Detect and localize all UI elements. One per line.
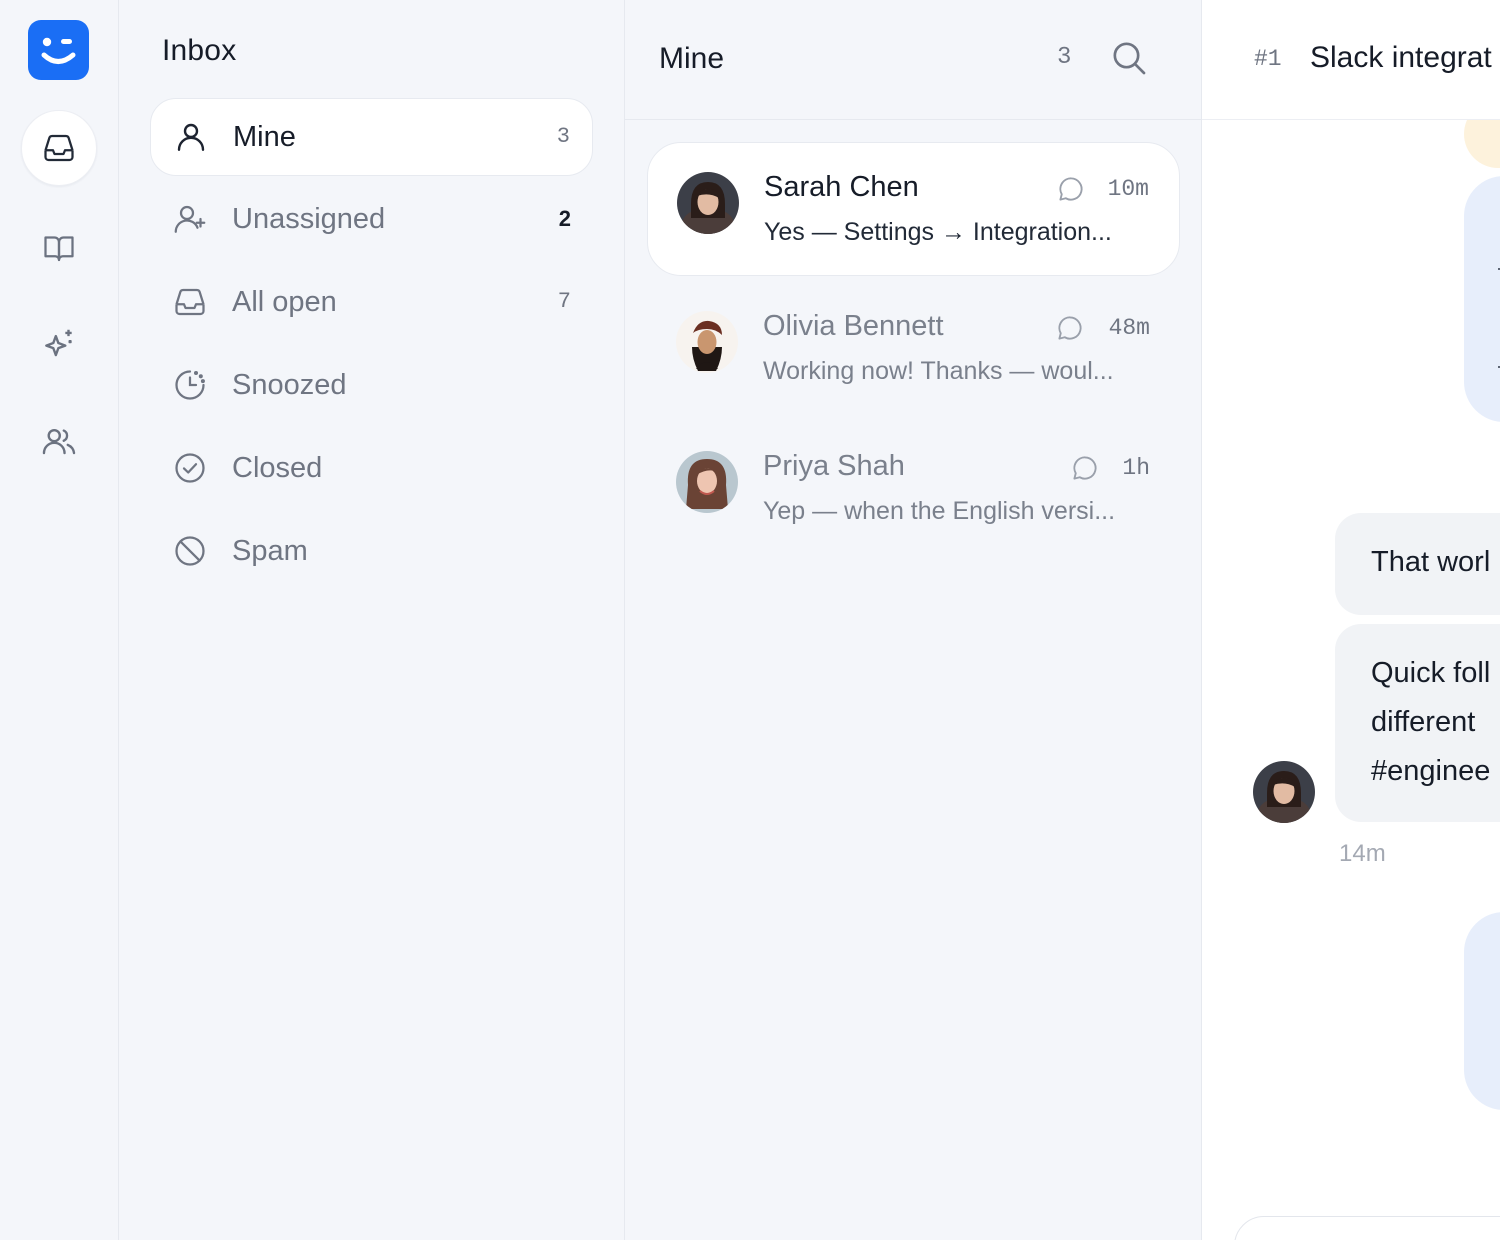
customer-message-bubble: That worl [1335, 513, 1500, 615]
snooze-clock-icon [172, 367, 208, 403]
check-circle-icon [172, 450, 208, 486]
message-line: different [1371, 706, 1476, 738]
folder-label: Unassigned [232, 203, 386, 235]
rail-ai-button[interactable] [21, 306, 97, 382]
app-rail [0, 0, 119, 1240]
users-icon [42, 428, 76, 455]
chat-bubble-icon [1056, 174, 1086, 204]
conversation-item-priya-shah[interactable]: Priya Shah 1h Yep — when the English ver… [647, 422, 1180, 556]
wink-face-logo[interactable] [28, 20, 89, 80]
conversation-time: 10m [1107, 176, 1149, 202]
avatar [676, 311, 738, 373]
ticket-number: #1 [1254, 46, 1282, 72]
folder-label: Spam [232, 535, 308, 567]
agent-message-bubble [1464, 912, 1500, 1110]
app: Inbox Mine 3 Unassigned 2 All open 7 Sno… [0, 0, 1500, 1240]
avatar [677, 172, 739, 234]
message-timestamp: 14m [1339, 840, 1386, 867]
wink-face-icon [41, 37, 76, 64]
conversation-item-olivia-bennett[interactable]: Olivia Bennett 48m Working now! Thanks —… [647, 282, 1180, 416]
agent-message-bubble [1464, 176, 1500, 422]
message-line: Quick foll [1371, 657, 1491, 689]
folder-all-open[interactable]: All open 7 [150, 264, 593, 342]
conversation-list: Mine 3 Sarah Chen 10m Yes — Settings → I… [625, 0, 1202, 1240]
conversation-list-header: Mine 3 [625, 0, 1202, 120]
folder-count: 3 [556, 124, 570, 149]
inbox-icon [172, 284, 208, 320]
ticket-title: Slack integrat [1310, 41, 1492, 74]
folder-unassigned[interactable]: Unassigned 2 [150, 181, 593, 259]
folder-mine[interactable]: Mine 3 [150, 98, 593, 176]
message-line: That worl [1371, 546, 1491, 578]
folder-label: All open [232, 286, 337, 318]
message-line: #enginee [1371, 755, 1491, 787]
rail-knowledge-base-button[interactable] [21, 210, 97, 286]
sparkles-icon [45, 329, 72, 357]
folder-label: Mine [233, 121, 296, 153]
chat-bubble-icon [1070, 453, 1100, 483]
reply-composer[interactable] [1234, 1216, 1500, 1240]
rail-inbox-button[interactable] [21, 110, 97, 186]
conversation-preview: Working now! Thanks — woul... [763, 357, 1114, 385]
search-button[interactable] [1109, 38, 1149, 78]
folder-count: 7 [557, 289, 571, 314]
avatar [676, 451, 738, 513]
conversation-detail-header: #1 Slack integrat [1202, 0, 1500, 120]
customer-message-bubble: Quick foll different #enginee [1335, 624, 1500, 822]
conversation-item-sarah-chen[interactable]: Sarah Chen 10m Yes — Settings → Integrat… [647, 142, 1180, 276]
inbox-icon [44, 134, 74, 162]
folder-label: Closed [232, 452, 323, 484]
chat-bubble-icon [1055, 313, 1085, 343]
user-icon [173, 119, 209, 155]
folder-label: Snoozed [232, 369, 347, 401]
folder-count: 2 [558, 206, 571, 231]
user-plus-icon [172, 201, 208, 237]
conversation-count: 3 [1057, 44, 1072, 71]
search-icon [1113, 42, 1146, 75]
rail-contacts-button[interactable] [21, 404, 97, 480]
conversation-detail: That worl Quick foll different #enginee … [1202, 0, 1500, 1240]
ban-icon [172, 533, 208, 569]
conversation-name: Priya Shah [763, 450, 905, 482]
folder-snoozed[interactable]: Snoozed [150, 347, 593, 425]
avatar [1253, 761, 1315, 823]
conversation-name: Olivia Bennett [763, 310, 944, 342]
conversation-name: Sarah Chen [764, 171, 919, 203]
conversation-preview: Yep — when the English versi... [763, 497, 1116, 525]
conversation-list-title: Mine [659, 42, 725, 75]
conversation-time: 1h [1122, 455, 1150, 481]
conversation-time: 48m [1108, 315, 1150, 341]
folder-closed[interactable]: Closed [150, 430, 593, 508]
folder-spam[interactable]: Spam [150, 513, 593, 591]
book-open-icon [44, 236, 74, 262]
inbox-folders-panel: Inbox Mine 3 Unassigned 2 All open 7 Sno… [119, 0, 625, 1240]
conversation-preview: Yes — Settings → Integration... [764, 218, 1112, 246]
folders-title: Inbox [162, 34, 237, 67]
